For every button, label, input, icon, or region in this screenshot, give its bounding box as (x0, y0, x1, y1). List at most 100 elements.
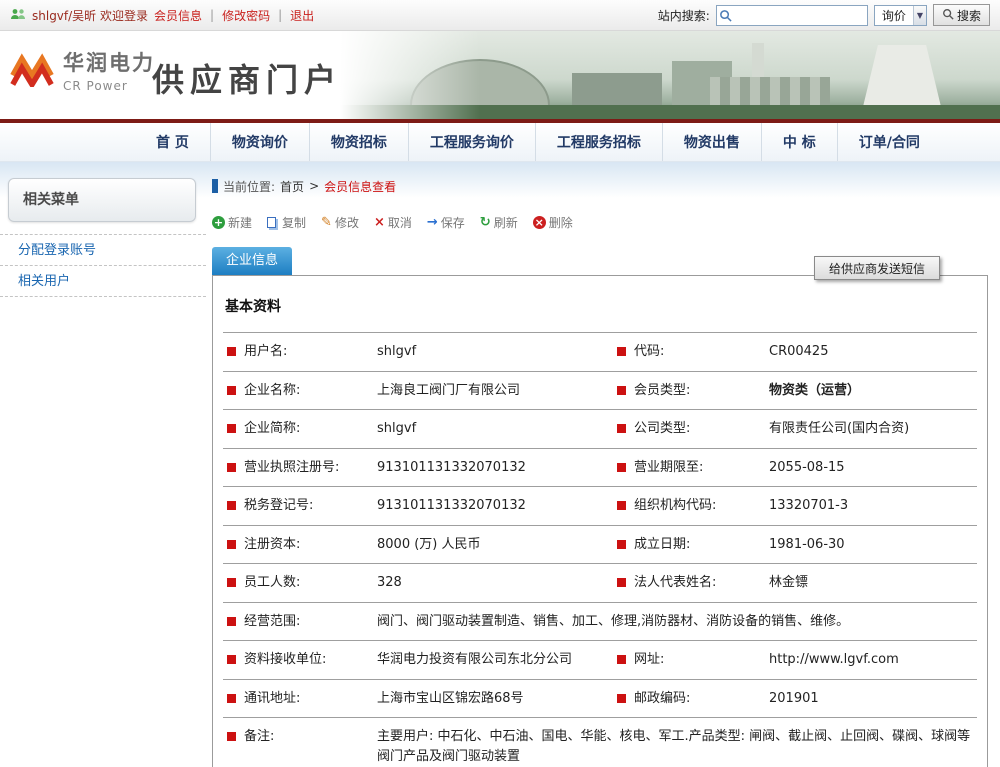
red-bullet-icon (617, 501, 626, 510)
brand-name-en: CR Power (63, 79, 155, 93)
photo-cooling-tower-shape (859, 45, 945, 109)
toolbar-button-label: 修改 (335, 214, 359, 231)
toolbar-button-edit[interactable]: ✎修改 (321, 214, 359, 231)
field-value: 913101131332070132 (373, 487, 613, 526)
search-icon (719, 9, 732, 22)
search-button-label: 搜索 (957, 7, 981, 24)
toolbar-button-refresh[interactable]: ↻刷新 (480, 214, 518, 231)
field-value: 有限责任公司(国内合资) (765, 410, 977, 449)
tab-company-info[interactable]: 企业信息 (212, 247, 292, 275)
field-value: CR00425 (765, 333, 977, 372)
red-bullet-icon (617, 655, 626, 664)
section-title: 基本资料 (223, 282, 977, 332)
red-bullet-icon (227, 501, 236, 510)
nav-item-2[interactable]: 物资询价 (210, 123, 309, 161)
field-label: 公司类型: (613, 410, 765, 449)
send-sms-button[interactable]: 给供应商发送短信 (814, 256, 940, 280)
company-info-panel: 基本资料 用户名:shlgvf代码:CR00425企业名称:上海良工阀门厂有限公… (212, 275, 988, 767)
field-value: 上海市宝山区锦宏路68号 (373, 679, 613, 718)
field-value: http://www.lgvf.com (765, 641, 977, 680)
red-bullet-icon (227, 386, 236, 395)
nav-item-7[interactable]: 中 标 (761, 123, 837, 161)
search-label: 站内搜索: (658, 7, 710, 24)
search-box (716, 5, 868, 26)
table-row: 资料接收单位:华润电力投资有限公司东北分公司网址:http://www.lgvf… (223, 641, 977, 680)
field-value: 华润电力投资有限公司东北分公司 (373, 641, 613, 680)
search-input[interactable] (734, 7, 867, 24)
red-bullet-icon (617, 578, 626, 587)
table-row: 企业简称:shlgvf公司类型:有限责任公司(国内合资) (223, 410, 977, 449)
toolbar-button-delete[interactable]: ×删除 (533, 214, 573, 231)
sidebar-item-1[interactable]: 分配登录账号 (0, 235, 206, 266)
photo-treeline-shape (340, 105, 1000, 119)
breadcrumb-home-link[interactable]: 首页 (280, 178, 304, 195)
topbar-link-3[interactable]: 退出 (290, 7, 314, 24)
search-button-icon (942, 8, 954, 23)
photo-pipes-shape (710, 77, 830, 107)
field-label: 员工人数: (223, 564, 373, 603)
toolbar-button-save[interactable]: →保存 (427, 214, 465, 231)
red-bullet-icon (617, 540, 626, 549)
field-label: 法人代表姓名: (613, 564, 765, 603)
toolbar-button-label: 刷新 (494, 214, 518, 231)
field-value: 林金镖 (765, 564, 977, 603)
field-value: 物资类（运营） (765, 371, 977, 410)
nav-item-3[interactable]: 物资招标 (309, 123, 408, 161)
toolbar-button-label: 保存 (441, 214, 465, 231)
toolbar-button-copy[interactable]: 复制 (267, 214, 306, 231)
red-bullet-icon (227, 578, 236, 587)
nav-item-8[interactable]: 订单/合同 (837, 123, 941, 161)
new-icon: + (212, 216, 225, 229)
field-label: 企业名称: (223, 371, 373, 410)
portal-title: 供应商门户 (152, 55, 342, 101)
nav-item-5[interactable]: 工程服务招标 (535, 123, 662, 161)
toolbar-button-cancel[interactable]: ×取消 (374, 214, 412, 231)
field-value: 328 (373, 564, 613, 603)
main-area: 当前位置: 首页>会员信息查看 +新建复制✎修改×取消→保存↻刷新×删除 企业信… (206, 162, 1000, 766)
brand-name-cn: 华润电力 (63, 47, 155, 77)
search-button[interactable]: 搜索 (933, 4, 990, 26)
red-bullet-icon (227, 463, 236, 472)
cr-power-logo-icon (10, 49, 54, 91)
field-value: 8000 (万) 人民币 (373, 525, 613, 564)
toolbar-button-new[interactable]: +新建 (212, 214, 252, 231)
field-label: 邮政编码: (613, 679, 765, 718)
toolbar: +新建复制 ✎修改 ×取消 →保存 ↻刷新 ×删除 (212, 214, 988, 231)
field-value: 2055-08-15 (765, 448, 977, 487)
sidebar-item-2[interactable]: 相关用户 (0, 266, 206, 297)
topbar-links: 会员信息|修改密码|退出 (154, 7, 314, 24)
red-bullet-icon (227, 694, 236, 703)
field-value: 13320701-3 (765, 487, 977, 526)
search-category-value: 询价 (882, 7, 906, 24)
field-label: 资料接收单位: (223, 641, 373, 680)
breadcrumb-marker-icon (212, 179, 218, 193)
table-row: 税务登记号:913101131332070132组织机构代码:13320701-… (223, 487, 977, 526)
table-row: 注册资本:8000 (万) 人民币成立日期:1981-06-30 (223, 525, 977, 564)
topbar-link-2[interactable]: 修改密码 (222, 7, 270, 24)
red-bullet-icon (227, 424, 236, 433)
field-value: 201901 (765, 679, 977, 718)
field-value: 主要用户: 中石化、中石油、国电、华能、核电、军工.产品类型: 闸阀、截止阀、止… (373, 718, 977, 767)
field-label: 网址: (613, 641, 765, 680)
nav-item-1[interactable]: 首 页 (135, 123, 210, 161)
nav-item-4[interactable]: 工程服务询价 (408, 123, 535, 161)
photo-building-shape (672, 61, 732, 107)
table-row: 员工人数:328法人代表姓名:林金镖 (223, 564, 977, 603)
toolbar-button-label: 取消 (388, 214, 412, 231)
content: 相关菜单 分配登录账号相关用户 当前位置: 首页>会员信息查看 +新建复制✎修改… (0, 162, 1000, 766)
nav-item-6[interactable]: 物资出售 (662, 123, 761, 161)
toolbar-button-label: 新建 (228, 214, 252, 231)
separator: | (210, 8, 214, 22)
search-category-select[interactable]: 询价 ▼ (874, 5, 927, 26)
red-bullet-icon (617, 386, 626, 395)
breadcrumb-separator: > (309, 179, 319, 193)
table-row: 营业执照注册号:913101131332070132营业期限至:2055-08-… (223, 448, 977, 487)
topbar-link-1[interactable]: 会员信息 (154, 7, 202, 24)
field-label: 注册资本: (223, 525, 373, 564)
sidebar: 相关菜单 分配登录账号相关用户 (0, 162, 206, 766)
users-icon (10, 8, 26, 23)
site-search: 站内搜索: 询价 ▼ 搜索 (658, 4, 990, 26)
topbar-user-area: shlgvf/吴昕 欢迎登录 会员信息|修改密码|退出 (10, 7, 314, 24)
refresh-icon: ↻ (480, 216, 491, 229)
red-bullet-icon (227, 347, 236, 356)
